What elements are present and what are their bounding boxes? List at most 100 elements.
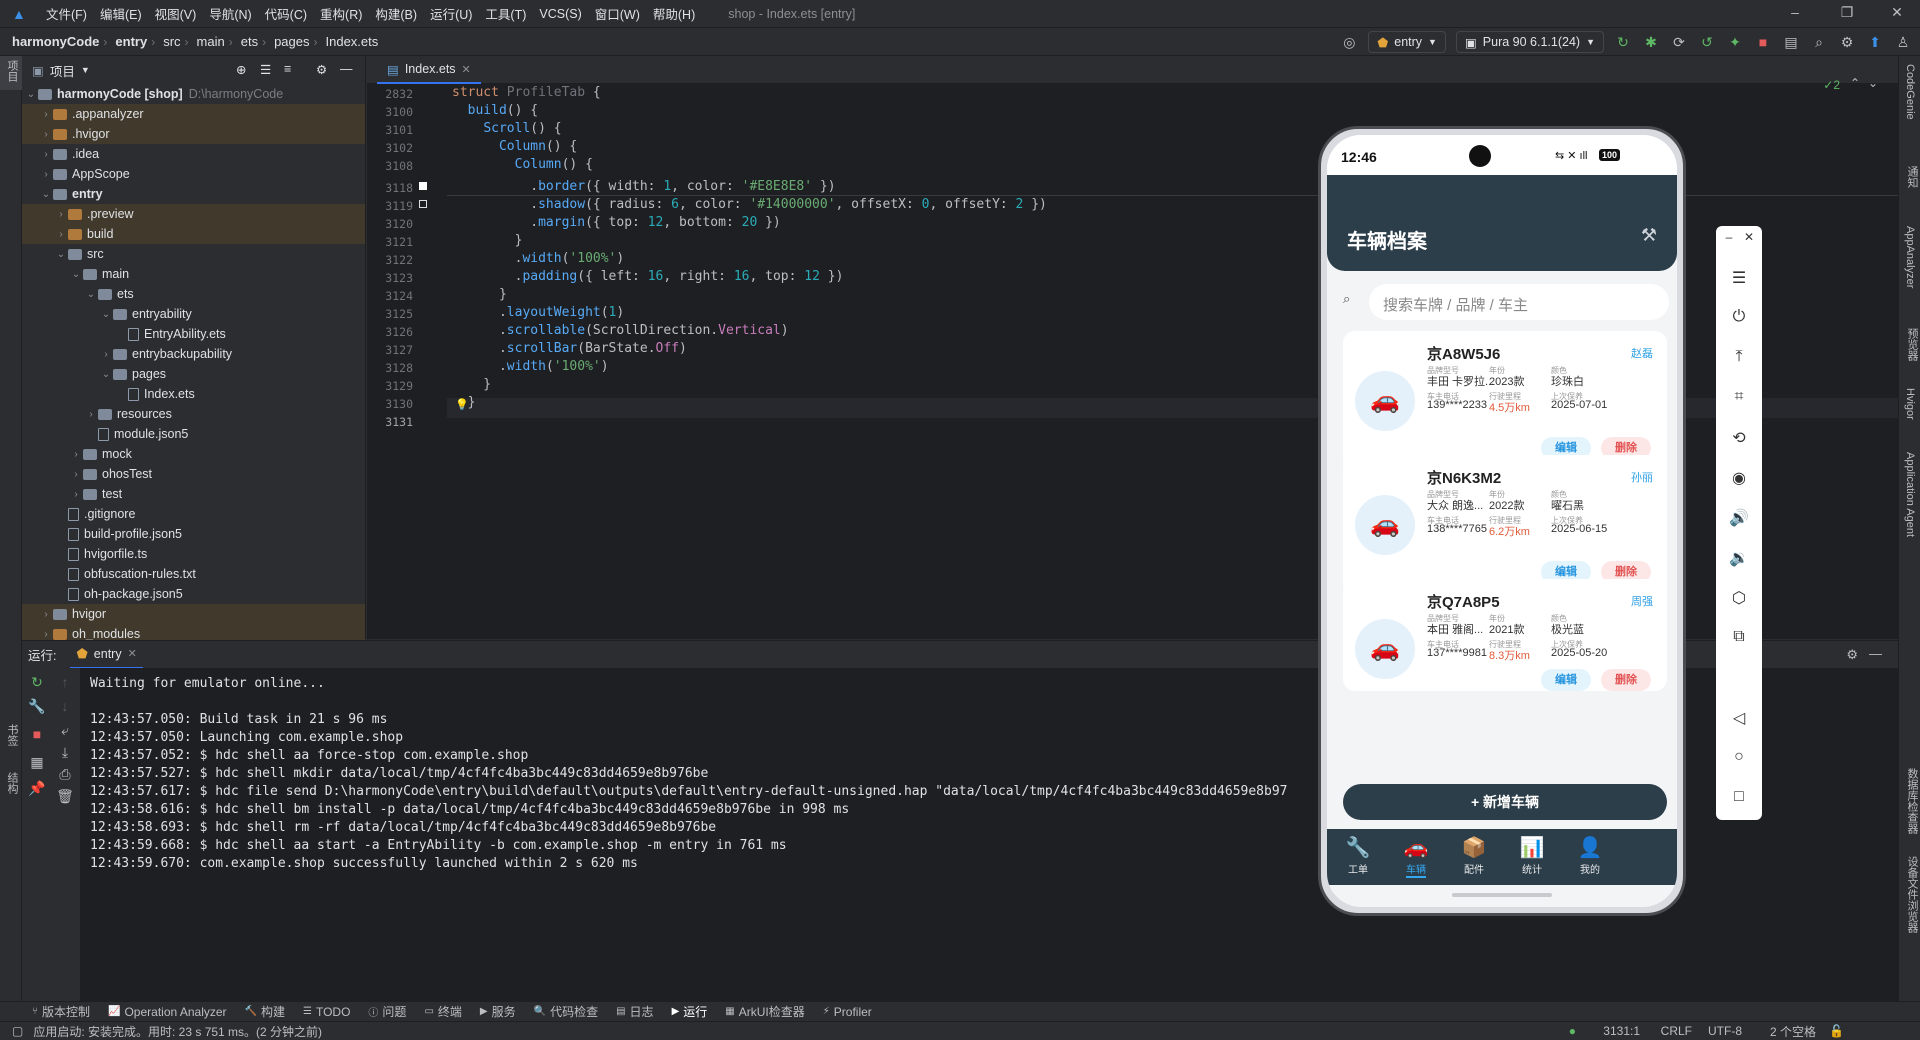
power-icon[interactable]: ⏻ [1716,308,1762,326]
stripe-hvigor[interactable]: Hvigor [1904,388,1916,420]
trash-icon[interactable]: 🗑 [56,788,74,805]
vehicle-card[interactable]: 🚗 京N6K3M2 孙丽 品牌型号 大众 朗逸... 年份 2022款 颜色 曜石黑 车主电话 13… [1343,455,1667,597]
search-icon[interactable]: ⌕ [1810,34,1828,51]
tool-tab[interactable]: ▶ 服务 [480,1003,516,1020]
gear-icon[interactable]: ⚙ [316,62,327,77]
tool-tab[interactable]: 📈 Operation Analyzer [108,1005,227,1019]
stripe-structure[interactable]: 结构 [4,772,20,794]
debug-icon[interactable]: ✱ [1642,34,1660,51]
soft-wrap-icon[interactable]: ⤶ [56,722,74,739]
location-icon[interactable]: ◉ [1716,468,1762,488]
crop-icon[interactable]: ⌗ [1716,388,1762,406]
tree-item[interactable]: oh-package.json5 [22,584,365,604]
update-icon[interactable]: ⬆ [1866,34,1884,51]
stripe-bookmarks[interactable]: 书签 [4,724,20,746]
scroll-to-end-icon[interactable]: ⤓ [56,744,74,761]
menu-tools[interactable]: 工具(T) [485,4,526,23]
rerun-icon[interactable]: ↻ [28,674,46,691]
phone-screen[interactable]: 12:46 ⇆ ✕ ıll 100 车辆档案 ⚒ ⌕ 搜索车牌 / 品牌 / 车… [1327,135,1677,907]
tab-3[interactable]: 📊 统计 [1502,835,1562,876]
close-icon[interactable]: ✕ [1874,4,1920,21]
tree-item[interactable]: › .preview [22,204,365,224]
menu-run[interactable]: 运行(U) [430,4,472,23]
tool-tab[interactable]: ▶ 运行 [672,1003,708,1020]
tree-item[interactable]: ⌄ src [22,244,365,264]
tab-1[interactable]: 🚗 车辆 [1386,835,1446,878]
run-tab-entry[interactable]: ⬟ entry ✕ [70,641,143,669]
breadcrumb-ets[interactable]: ets [241,34,258,49]
caret-position[interactable]: 3131:1 [1603,1024,1640,1038]
tree-item[interactable]: › hvigor [22,604,365,624]
breadcrumb-pages[interactable]: pages [274,34,309,49]
close-icon[interactable]: ✕ [1726,230,1772,244]
locate-icon[interactable]: ⊕ [236,62,246,77]
run-config-select[interactable]: ⬟ entry ▼ [1368,31,1446,53]
hide-panel-icon[interactable]: — [340,62,353,76]
line-separator[interactable]: CRLF [1661,1024,1692,1038]
stripe-project[interactable]: 项目 [4,60,20,82]
file-encoding[interactable]: UTF-8 [1708,1024,1742,1038]
chevron-down-icon[interactable]: ⌄ [1868,76,1878,90]
upload-icon[interactable]: ⤒ [1716,348,1762,366]
add-vehicle-button[interactable]: + 新增车辆 [1343,784,1667,820]
tree-item[interactable]: › AppScope [22,164,365,184]
menu-code[interactable]: 代码(C) [265,4,307,23]
tool-tab[interactable]: 🔍 代码检查 [534,1003,598,1020]
tree-item[interactable]: ⌄ main [22,264,365,284]
tab-4[interactable]: 👤 我的 [1560,835,1620,876]
status-layout-icon[interactable]: ▢ [12,1024,23,1038]
tree-root[interactable]: ⌄ harmonyCode [shop] D:\harmonyCode [22,84,365,104]
vehicle-card[interactable]: 🚗 京A8W5J6 赵磊 品牌型号 丰田 卡罗拉... 年份 2023款 颜色 珍珠白 车主电话 1… [1343,331,1667,473]
back-icon[interactable]: ◁ [1716,708,1762,728]
volume-up-icon[interactable]: 🔊 [1716,508,1762,528]
search-input[interactable]: 搜索车牌 / 品牌 / 车主 [1369,284,1669,320]
tool-tab[interactable]: ▦ ArkUI检查器 [725,1003,804,1020]
tree-item[interactable]: › build [22,224,365,244]
fold-icon[interactable]: ⬡ [1716,588,1762,608]
tree-item[interactable]: hvigorfile.ts [22,544,365,564]
tool-tab[interactable]: ▭ 终端 [424,1003,461,1020]
menu-view[interactable]: 视图(V) [155,4,197,23]
tree-item[interactable]: › .hvigor [22,124,365,144]
collapse-all-icon[interactable]: ≡ [284,62,291,76]
project-panel-title[interactable]: 项目 [50,61,75,80]
menu-edit[interactable]: 编辑(E) [100,4,142,23]
status-message[interactable]: 应用启动: 安装完成。用时: 23 s 751 ms。(2 分钟之前) [33,1023,322,1040]
tree-item[interactable]: › mock [22,444,365,464]
tree-item[interactable]: EntryAbility.ets [22,324,365,344]
stop-icon[interactable]: ■ [1754,34,1772,50]
breadcrumb-module[interactable]: entry [115,34,147,49]
menu-file[interactable]: 文件(F) [46,4,87,23]
tree-item[interactable]: obfuscation-rules.txt [22,564,365,584]
lock-icon[interactable]: 🔓 [1829,1024,1844,1038]
menu-window[interactable]: 窗口(W) [595,4,640,23]
tool-tab[interactable]: ⓘ 问题 [368,1003,406,1020]
tab-0[interactable]: 🔧 工单 [1328,835,1388,876]
tree-item[interactable]: ⌄ entry [22,184,365,204]
tree-item[interactable]: › ohosTest [22,464,365,484]
target-icon[interactable]: ◎ [1340,34,1358,51]
chevron-down-icon[interactable]: ▼ [81,65,90,75]
volume-down-icon[interactable]: 🔉 [1716,548,1762,568]
tools-icon[interactable]: ⚒ [1641,225,1657,246]
close-tab-icon[interactable]: ✕ [128,647,137,660]
stripe-device-file-browser[interactable]: 设备文件浏览器 [1904,856,1920,933]
device-select[interactable]: ▣ Pura 90 6.1.1(24) ▼ [1455,31,1604,53]
arrow-down-icon[interactable]: ↓ [56,698,74,714]
tree-item[interactable]: › entrybackupability [22,344,365,364]
tool-tab[interactable]: ☰ TODO [303,1005,350,1019]
device-manager-icon[interactable]: ▤ [1782,34,1800,51]
tab-index-ets[interactable]: ▤ Index.ets ✕ [377,56,481,84]
minimize-icon[interactable]: – [1772,4,1818,20]
menu-help[interactable]: 帮助(H) [653,4,695,23]
breadcrumb-project[interactable]: harmonyCode [12,34,99,49]
vehicle-card[interactable]: 🚗 京Q7A8P5 周强 品牌型号 本田 雅阁... 年份 2021款 颜色 极光蓝 车主电话 13… [1343,579,1667,691]
hide-panel-icon[interactable]: — [1869,646,1882,661]
expand-all-icon[interactable]: ☰ [260,62,271,77]
tree-item[interactable]: › .idea [22,144,365,164]
chevron-up-icon[interactable]: ⌃ [1850,76,1860,90]
tree-item[interactable]: .gitignore [22,504,365,524]
tree-item[interactable]: Index.ets [22,384,365,404]
wrench-icon[interactable]: 🔧 [28,698,46,715]
tree-item[interactable]: ⌄ pages [22,364,365,384]
